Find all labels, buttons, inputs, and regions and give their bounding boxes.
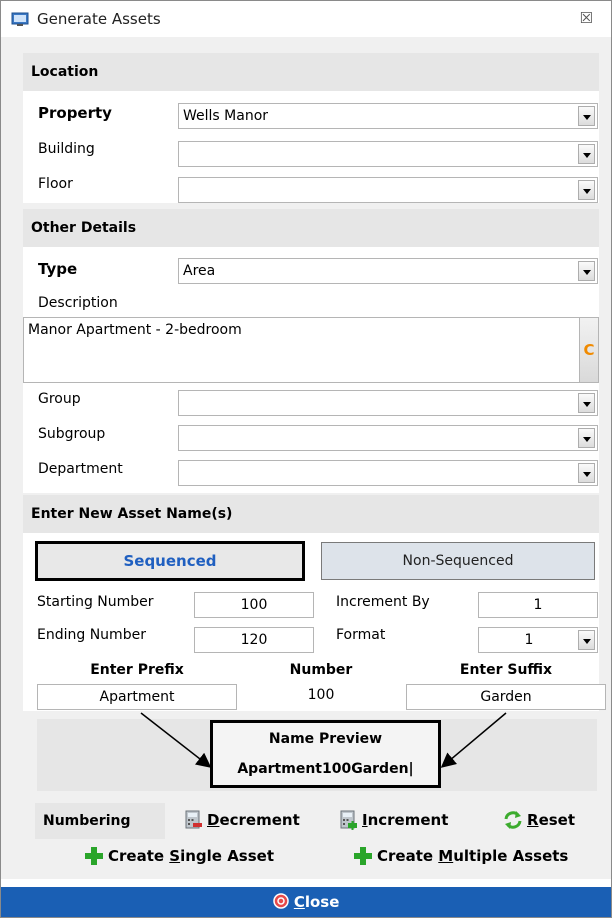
prefix-input[interactable]: Apartment	[37, 684, 237, 710]
chevron-down-icon[interactable]	[578, 630, 595, 650]
decrement-button[interactable]: Decrement	[185, 810, 300, 830]
increment-button[interactable]: Increment	[340, 810, 448, 830]
group-label: Group	[38, 391, 81, 407]
close-accel: C	[293, 893, 305, 911]
calculator-plus-icon	[340, 810, 357, 830]
calculator-minus-icon	[185, 810, 202, 829]
increment-by-label: Increment By	[336, 594, 430, 610]
refresh-icon	[504, 811, 522, 829]
asset-names-header: Enter New Asset Name(s)	[23, 495, 599, 533]
other-details-header: Other Details	[23, 209, 599, 247]
floor-select[interactable]	[178, 177, 598, 203]
group-select[interactable]	[178, 390, 598, 416]
create-single-post: ingle Asset	[180, 847, 274, 865]
window-title: Generate Assets	[37, 10, 161, 28]
close-icon[interactable]: ☒	[580, 9, 593, 27]
close-button[interactable]: Close	[1, 887, 611, 917]
decrement-label: ecrement	[219, 811, 300, 829]
starting-number-input[interactable]: 100	[194, 592, 314, 618]
reset-button[interactable]: Reset	[503, 810, 575, 830]
clear-description-button[interactable]: C	[579, 317, 599, 383]
suffix-input[interactable]: Garden	[406, 684, 606, 710]
suffix-header: Enter Suffix	[459, 662, 553, 678]
type-select[interactable]: Area	[178, 258, 598, 284]
department-select[interactable]	[178, 460, 598, 486]
description-label: Description	[38, 295, 118, 311]
name-preview-label: Name Preview	[268, 731, 383, 747]
sequenced-button[interactable]: Sequenced	[35, 541, 305, 581]
chevron-down-icon[interactable]	[578, 261, 595, 281]
create-single-pre: Create	[108, 847, 170, 865]
chevron-down-icon[interactable]	[578, 180, 595, 200]
chevron-down-icon[interactable]	[578, 393, 595, 413]
description-field[interactable]: Manor Apartment - 2-bedroom	[23, 317, 587, 383]
building-label: Building	[38, 141, 95, 157]
property-value: Wells Manor	[183, 108, 269, 124]
plus-icon	[85, 847, 103, 865]
app-icon	[11, 12, 29, 26]
building-select[interactable]	[178, 141, 598, 167]
close-label: lose	[304, 893, 340, 911]
reset-accel: R	[527, 811, 539, 829]
format-select[interactable]: 1	[478, 627, 598, 653]
numbering-label: Numbering	[35, 803, 165, 839]
floor-label: Floor	[38, 176, 73, 192]
chevron-down-icon[interactable]	[578, 463, 595, 483]
non-sequenced-button[interactable]: Non-Sequenced	[321, 542, 595, 580]
type-value: Area	[183, 263, 216, 279]
close-circle-icon	[272, 893, 289, 909]
create-single-asset-button[interactable]: Create Single Asset	[84, 846, 274, 866]
create-multiple-post: ultiple Assets	[453, 847, 569, 865]
create-multiple-pre: Create	[377, 847, 439, 865]
create-multiple-assets-button[interactable]: Create Multiple Assets	[353, 846, 568, 866]
property-label: Property	[38, 104, 112, 122]
location-header: Location	[23, 53, 599, 91]
create-single-accel: S	[169, 847, 181, 865]
generate-assets-window: Generate Assets ☒ Location Property Well…	[0, 0, 612, 918]
format-label: Format	[336, 627, 386, 643]
number-value: 100	[307, 687, 335, 703]
name-preview-box: Name Preview Apartment100Garden|	[210, 720, 441, 788]
plus-icon	[354, 847, 372, 865]
decrement-accel: D	[207, 811, 220, 829]
ending-number-label: Ending Number	[37, 627, 146, 643]
increment-label: ncrement	[367, 811, 449, 829]
description-value: Manor Apartment - 2-bedroom	[28, 322, 242, 338]
property-select[interactable]: Wells Manor	[178, 103, 598, 129]
department-label: Department	[38, 461, 123, 477]
chevron-down-icon[interactable]	[578, 428, 595, 448]
name-preview-value: Apartment100Garden|	[237, 761, 414, 777]
chevron-down-icon[interactable]	[578, 144, 595, 164]
ending-number-input[interactable]: 120	[194, 627, 314, 653]
number-header: Number	[289, 662, 353, 678]
format-value: 1	[524, 632, 534, 648]
prefix-header: Enter Prefix	[90, 662, 184, 678]
increment-by-input[interactable]: 1	[478, 592, 598, 618]
subgroup-select[interactable]	[178, 425, 598, 451]
reset-label: eset	[538, 811, 576, 829]
title-bar: Generate Assets ☒	[1, 1, 611, 37]
subgroup-label: Subgroup	[38, 426, 106, 442]
chevron-down-icon[interactable]	[578, 106, 595, 126]
starting-number-label: Starting Number	[37, 594, 154, 610]
create-multiple-accel: M	[438, 847, 454, 865]
type-label: Type	[38, 260, 78, 278]
